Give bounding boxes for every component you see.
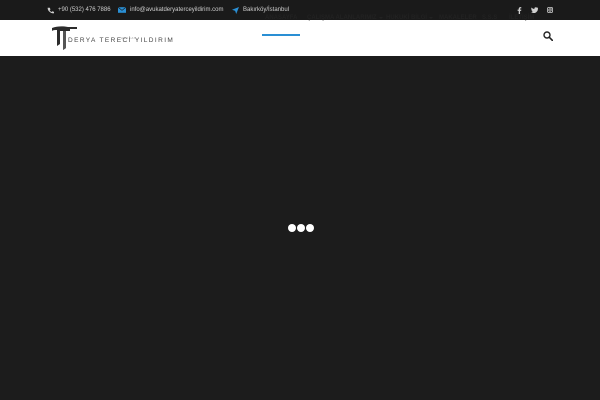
nav-label: ANASAYFA (265, 15, 298, 21)
search-button[interactable] (543, 31, 555, 43)
loader-dot (306, 224, 314, 232)
caret-down-icon (378, 17, 383, 19)
search-icon (543, 31, 553, 41)
nav-hukuki-bilgi[interactable]: HUKUKİ BİLGİ (386, 0, 433, 36)
nav-label: MAKALELER (439, 15, 477, 21)
nav-label: İLETİŞİM (509, 15, 535, 21)
envelope-icon (118, 7, 126, 13)
location-arrow-icon (232, 6, 239, 14)
phone-icon (47, 7, 54, 14)
nav-calisma-alanlarimiz[interactable]: ÇALIŞMA ALANLARIMIZ (307, 0, 383, 36)
loader-dot (288, 224, 296, 232)
logo-name: DERYA TERECİ YILDIRIM (68, 37, 175, 44)
nav-iletisim[interactable]: İLETİŞİM (509, 0, 534, 36)
instagram-link[interactable] (547, 0, 553, 20)
instagram-icon (547, 7, 553, 13)
nav-anasayfa[interactable]: ANASAYFA (261, 0, 301, 36)
phone-number: +90 (532) 476 7886 (58, 7, 111, 13)
topbar-phone[interactable]: +90 (532) 476 7886 (47, 0, 111, 20)
nav-makaleler[interactable]: MAKALELER (439, 0, 477, 36)
loading-indicator (288, 224, 314, 232)
caret-down-icon (429, 17, 433, 19)
nav-label: ÇALIŞMA ALANLARIMIZ (307, 15, 377, 21)
loader-dot (297, 224, 305, 232)
main-content (0, 56, 600, 400)
nav-label: S.S.S (482, 15, 498, 21)
nav-label: HUKUKİ BİLGİ (386, 15, 427, 21)
topbar-email[interactable]: info@avukatderyaterceyildirim.com (118, 0, 223, 20)
nav-sss[interactable]: S.S.S (482, 0, 497, 36)
email-address: info@avukatderyaterceyildirim.com (130, 7, 224, 13)
